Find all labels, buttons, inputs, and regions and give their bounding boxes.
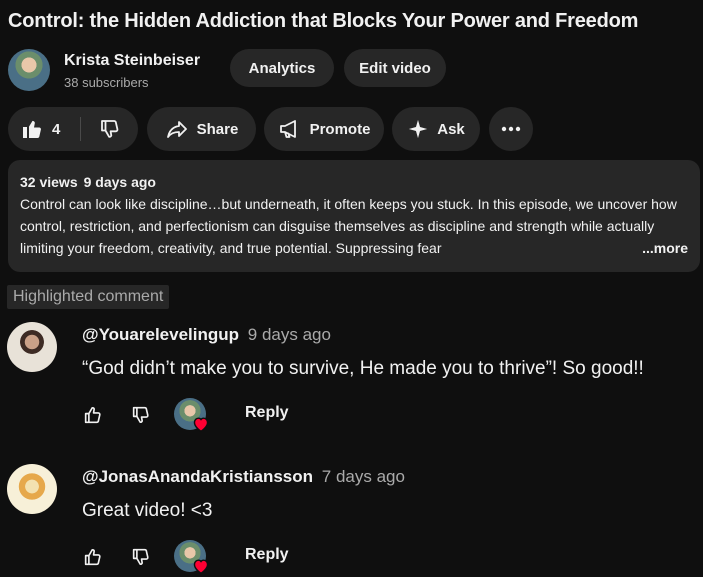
description-more-link[interactable]: ...more: [624, 237, 688, 259]
channel-row: Krista Steinbeiser 38 subscribers Analyt…: [8, 48, 698, 92]
thumbs-up-icon: [20, 117, 44, 141]
channel-name[interactable]: Krista Steinbeiser: [64, 52, 200, 70]
thumbs-up-icon[interactable]: [82, 546, 104, 568]
description-box[interactable]: 32 views 9 days ago Control can look like…: [8, 160, 700, 272]
comment-text: “God didn’t make you to survive, He made…: [82, 358, 644, 379]
channel-avatar[interactable]: [8, 49, 50, 91]
subscriber-count: 38 subscribers: [64, 75, 149, 90]
thumbs-down-icon[interactable]: [130, 546, 152, 568]
description-text: Control can look like discipline…but und…: [20, 193, 688, 259]
comment-author[interactable]: @Youarelevelingup: [82, 325, 239, 344]
comment-text: Great video! <3: [82, 500, 213, 521]
upload-date: 9 days ago: [83, 174, 156, 190]
description-body: Control can look like discipline…but und…: [20, 196, 677, 256]
more-actions-button[interactable]: [489, 107, 533, 151]
ask-button[interactable]: Ask: [392, 107, 480, 151]
view-count: 32 views: [20, 174, 78, 190]
comment-timestamp[interactable]: 7 days ago: [322, 467, 405, 486]
comment-item: @JonasAnandaKristiansson 7 days ago Grea…: [0, 462, 703, 577]
reply-button[interactable]: Reply: [245, 404, 289, 422]
thumbs-down-icon: [98, 117, 122, 141]
thumbs-up-icon[interactable]: [82, 404, 104, 426]
comment-item: @Youarelevelingup 9 days ago “God didn’t…: [0, 320, 703, 440]
promote-label: Promote: [309, 120, 371, 138]
megaphone-icon: [278, 117, 302, 141]
more-horizontal-icon: [501, 126, 521, 132]
comment-header: @Youarelevelingup 9 days ago: [82, 325, 331, 345]
comment-author-avatar[interactable]: [7, 322, 57, 372]
reply-button[interactable]: Reply: [245, 546, 289, 564]
description-meta: 32 views 9 days ago: [20, 174, 688, 190]
action-bar: 4 Share Promote Ask: [8, 107, 698, 151]
like-button[interactable]: 4: [8, 107, 80, 151]
like-dislike-group: 4: [8, 107, 138, 151]
edit-video-button[interactable]: Edit video: [344, 49, 446, 87]
share-arrow-icon: [165, 117, 189, 141]
comment-timestamp[interactable]: 9 days ago: [248, 325, 331, 344]
thumbs-down-icon[interactable]: [130, 404, 152, 426]
creator-heart-icon: [192, 558, 210, 574]
comment-author[interactable]: @JonasAnandaKristiansson: [82, 467, 313, 486]
creator-heart[interactable]: [174, 540, 210, 576]
promote-button[interactable]: Promote: [264, 107, 384, 151]
sparkle-icon: [407, 118, 429, 140]
comment-header: @JonasAnandaKristiansson 7 days ago: [82, 467, 405, 487]
creator-heart-icon: [192, 416, 210, 432]
share-button[interactable]: Share: [147, 107, 256, 151]
comment-author-avatar[interactable]: [7, 464, 57, 514]
ask-label: Ask: [437, 120, 465, 138]
like-count: 4: [52, 120, 61, 138]
highlighted-comment-label: Highlighted comment: [7, 285, 170, 309]
share-label: Share: [196, 120, 239, 138]
video-title: Control: the Hidden Addiction that Block…: [8, 10, 639, 32]
dislike-button[interactable]: [81, 107, 138, 151]
analytics-button[interactable]: Analytics: [230, 49, 334, 87]
creator-heart[interactable]: [174, 398, 210, 434]
